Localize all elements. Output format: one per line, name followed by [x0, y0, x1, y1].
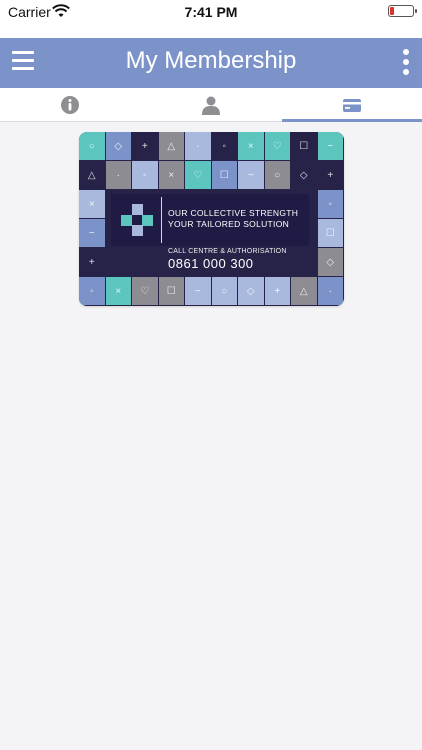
card-tile: ○ — [264, 161, 290, 189]
status-bar: Carrier 7:41 PM — [0, 0, 422, 38]
tab-profile[interactable] — [141, 88, 281, 122]
membership-card: ○ ◇ + △ · ◦ × ♡ ☐ ~ △ · ◦ × ♡ ☐ ~ ○ ◇ + × ◦ ~ ☐ + ◇ ◦ × ♡ ☐ ~ ○ ◇ + △ · OUR… — [79, 132, 344, 306]
credit-card-icon — [343, 99, 361, 112]
card-tile: △ — [291, 277, 317, 305]
card-tile: ☐ — [291, 132, 317, 160]
card-tile: + — [317, 161, 343, 189]
page-title: My Membership — [125, 47, 297, 74]
contact-label: CALL CENTRE & AUTHORISATION — [168, 248, 287, 255]
status-time: 7:41 PM — [184, 4, 238, 20]
card-tile: ◇ — [105, 132, 131, 160]
card-tile: + — [132, 132, 158, 160]
nav-bar: My Membership — [0, 38, 422, 88]
card-tile: ~ — [79, 219, 105, 247]
card-tile: ☐ — [158, 277, 184, 305]
slogan-line-2: YOUR TAILORED SOLUTION — [168, 219, 290, 229]
card-tile: ◦ — [132, 161, 158, 189]
more-vertical-icon[interactable] — [402, 49, 410, 75]
battery-level — [390, 7, 394, 15]
card-tile: ◇ — [291, 161, 317, 189]
info-icon — [61, 96, 79, 114]
card-tile: ○ — [79, 132, 105, 160]
card-tile: × — [158, 161, 184, 189]
card-tile: ~ — [185, 277, 211, 305]
card-tile: ♡ — [185, 161, 211, 189]
card-tile: + — [264, 277, 290, 305]
person-icon — [202, 96, 220, 115]
card-tile: ♡ — [132, 277, 158, 305]
card-tile: × — [105, 277, 131, 305]
card-tile: ☐ — [317, 219, 343, 247]
tab-bar — [0, 88, 422, 122]
card-tile: ~ — [238, 161, 264, 189]
card-tile: ♡ — [264, 132, 290, 160]
battery-icon — [388, 5, 417, 17]
card-tile: · — [317, 277, 343, 305]
card-tile: △ — [158, 132, 184, 160]
card-tile: △ — [79, 161, 105, 189]
card-tile: ○ — [211, 277, 237, 305]
tab-info[interactable] — [0, 88, 140, 122]
slogan-line-1: OUR COLLECTIVE STRENGTH — [168, 208, 299, 218]
card-tile: ◦ — [79, 277, 105, 305]
tab-card[interactable] — [282, 88, 422, 122]
panel-divider — [161, 197, 162, 243]
card-tile: ◇ — [317, 248, 343, 276]
card-slogan: OUR COLLECTIVE STRENGTH YOUR TAILORED SO… — [168, 208, 298, 230]
contact-number: 0861 000 300 — [168, 256, 254, 271]
card-tile: ◇ — [238, 277, 264, 305]
card-tile: ☐ — [211, 161, 237, 189]
card-contact: CALL CENTRE & AUTHORISATION 0861 000 300 — [168, 248, 308, 272]
card-tile: · — [105, 161, 131, 189]
card-tile: ◦ — [211, 132, 237, 160]
membership-content: ○ ◇ + △ · ◦ × ♡ ☐ ~ △ · ◦ × ♡ ☐ ~ ○ ◇ + × ◦ ~ ☐ + ◇ ◦ × ♡ ☐ ~ ○ ◇ + △ · OUR… — [0, 122, 422, 750]
card-tile: · — [185, 132, 211, 160]
card-tile: + — [79, 248, 105, 276]
card-tile: ◦ — [317, 190, 343, 218]
card-slogan-panel: OUR COLLECTIVE STRENGTH YOUR TAILORED SO… — [111, 194, 309, 246]
card-tile: × — [238, 132, 264, 160]
card-tile: × — [79, 190, 105, 218]
medical-cross-logo — [121, 204, 153, 236]
card-tile: ~ — [317, 132, 343, 160]
